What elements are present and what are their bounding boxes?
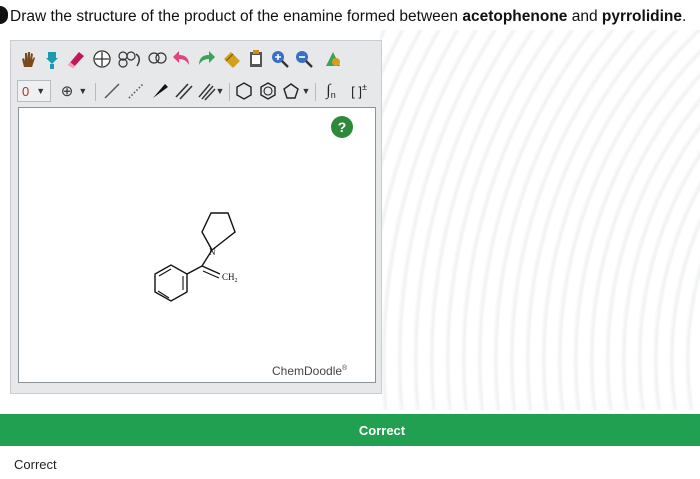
- zoom-out-icon[interactable]: [293, 48, 315, 70]
- chevron-down-icon: ▼: [301, 86, 311, 96]
- compound-pyrrolidine: pyrrolidine: [601, 8, 683, 25]
- pyrrolidine-ring: [201, 212, 236, 252]
- result-banner: Correct: [0, 414, 700, 446]
- benzene-ring-icon[interactable]: [257, 80, 279, 102]
- clean-icon[interactable]: [321, 48, 345, 70]
- zoom-in-icon[interactable]: [269, 48, 291, 70]
- chevron-down-icon: ▼: [36, 86, 46, 96]
- hexagon-ring-icon[interactable]: [233, 80, 255, 102]
- repeat-unit-button[interactable]: ∫ n: [319, 80, 343, 102]
- c-phenyl-bond: [186, 265, 203, 275]
- hashed-bond-icon[interactable]: [125, 80, 147, 102]
- chevron-down-icon: ▼: [78, 86, 88, 96]
- editor-toolbar-bottom: 0 ▼ ⊕ ▼ ▼ ▼ ∫ n [] ±: [11, 77, 381, 105]
- single-bond-icon[interactable]: [101, 80, 123, 102]
- redo-icon[interactable]: [195, 48, 217, 70]
- result-status: Correct: [14, 457, 57, 472]
- hand-icon[interactable]: [17, 48, 39, 70]
- center-icon[interactable]: [91, 48, 113, 70]
- clipboard-icon[interactable]: [245, 48, 267, 70]
- editor-toolbar-top: [11, 41, 381, 77]
- wedge-bond-icon[interactable]: [149, 80, 171, 102]
- toolbar-divider: [229, 83, 230, 101]
- drawing-canvas[interactable]: ? N CH2 ChemDoodle®: [18, 107, 376, 383]
- chemdoodle-brand: ChemDoodle®: [272, 364, 348, 378]
- flip-icon[interactable]: [115, 48, 145, 70]
- undo-icon[interactable]: [171, 48, 193, 70]
- double-bond-icon[interactable]: [173, 80, 195, 102]
- help-button[interactable]: ?: [331, 116, 353, 138]
- enamine-structure[interactable]: N CH2: [149, 198, 269, 303]
- background-pattern: [380, 30, 700, 410]
- compound-acetophenone: acetophenone: [462, 8, 568, 25]
- clear-icon[interactable]: [221, 48, 243, 70]
- pentagon-ring-dropdown[interactable]: ▼: [281, 80, 311, 102]
- benzene-inner-bonds: [157, 268, 184, 299]
- nitrogen-label: N: [209, 247, 216, 257]
- question-marker: [0, 6, 8, 24]
- benzene-ring: [154, 264, 188, 302]
- question-prompt: Draw the structure of the product of the…: [0, 6, 700, 28]
- alkene-bond: [201, 265, 221, 275]
- chevron-down-icon: ▼: [215, 86, 225, 96]
- charge-dropdown[interactable]: 0 ▼: [17, 80, 51, 102]
- lasso-icon[interactable]: [41, 48, 63, 70]
- ch2-label: CH2: [222, 272, 238, 284]
- add-atom-dropdown[interactable]: ⊕ ▼: [57, 80, 91, 102]
- toolbar-divider: [315, 83, 316, 101]
- triple-bond-dropdown[interactable]: ▼: [197, 80, 225, 102]
- result-banner-label: Correct: [358, 422, 406, 438]
- chemdoodle-editor: 0 ▼ ⊕ ▼ ▼ ▼ ∫ n [] ± ? N CH2 ChemDoodle…: [10, 40, 382, 394]
- rotate-icon[interactable]: [147, 48, 169, 70]
- eraser-icon[interactable]: [65, 48, 87, 70]
- toolbar-divider: [95, 83, 96, 101]
- charge-bracket-button[interactable]: [ ] ±: [345, 80, 373, 102]
